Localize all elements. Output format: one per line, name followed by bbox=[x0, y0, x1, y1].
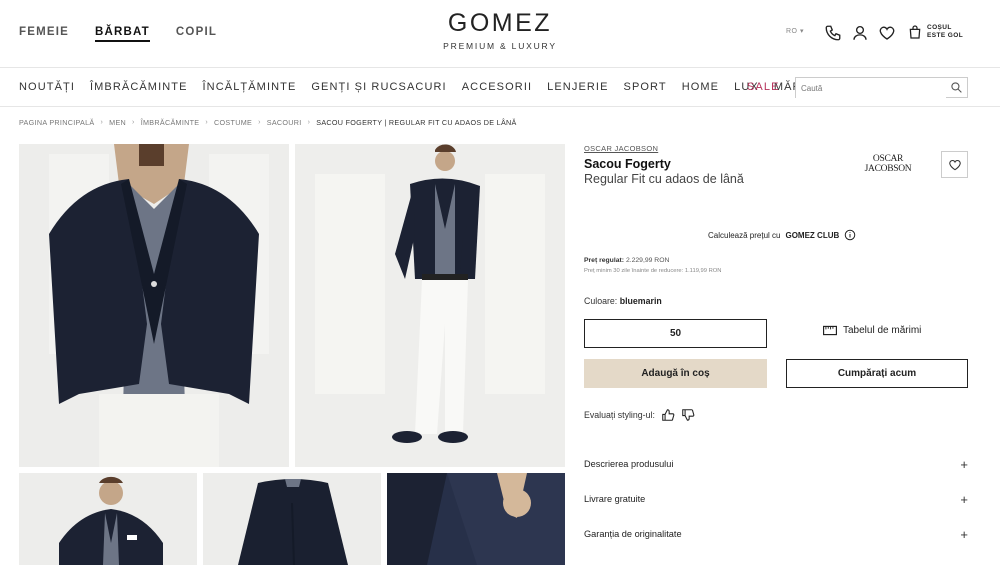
accordion-delivery[interactable]: Livrare gratuite + bbox=[584, 489, 968, 509]
chevron-right-icon: › bbox=[100, 119, 104, 126]
product-thumb-3[interactable] bbox=[387, 473, 565, 565]
top-header: FEMEIE BĂRBAT COPIL GOMEZ PREMIUM & LUXU… bbox=[0, 0, 1000, 68]
brand-link[interactable]: OSCAR JACOBSON bbox=[584, 144, 658, 153]
price-value: 2.229,99 RON bbox=[625, 257, 670, 264]
breadcrumb-men[interactable]: MEN bbox=[109, 118, 126, 127]
cart-label-line2: ESTE GOL bbox=[927, 32, 964, 39]
nav-item-accesorii[interactable]: ACCESORII bbox=[462, 81, 532, 93]
size-chart-link[interactable]: Tabelul de mărimi bbox=[823, 325, 921, 336]
color-label: Culoare: bbox=[584, 296, 618, 306]
plus-icon: + bbox=[960, 526, 968, 542]
brand-logo[interactable]: OSCAR JACOBSON bbox=[860, 154, 916, 174]
club-name: GOMEZ CLUB bbox=[785, 230, 840, 240]
accordion-description[interactable]: Descrierea produsului + bbox=[584, 454, 968, 474]
add-to-cart-button[interactable]: Adaugă în coș bbox=[584, 359, 767, 388]
header-icons: RO ▾ COȘUL ESTE GOL bbox=[770, 22, 1000, 44]
ruler-icon bbox=[823, 325, 837, 336]
chevron-right-icon: › bbox=[132, 119, 135, 126]
brand-logo-line1: OSCAR bbox=[872, 154, 904, 164]
cart-label: COȘUL ESTE GOL bbox=[927, 24, 963, 40]
nav-item-home[interactable]: HOME bbox=[682, 81, 719, 93]
phone-icon[interactable] bbox=[824, 24, 842, 42]
breadcrumb-sacouri[interactable]: SACOURI bbox=[267, 118, 302, 127]
nav-item-incaltaminte[interactable]: ÎNCĂLȚĂMINTE bbox=[203, 81, 297, 93]
accordion-guarantee[interactable]: Garanția de originalitate + bbox=[584, 524, 968, 544]
plus-icon: + bbox=[960, 491, 968, 507]
size-chart-label: Tabelul de mărimi bbox=[843, 325, 922, 336]
search-input[interactable] bbox=[796, 79, 946, 98]
bag-icon bbox=[909, 25, 921, 39]
product-photo-main[interactable] bbox=[19, 144, 289, 467]
cart-button[interactable]: COȘUL ESTE GOL bbox=[907, 24, 963, 40]
nav-item-noutati[interactable]: NOUTĂȚI bbox=[19, 81, 75, 93]
search-icon[interactable] bbox=[950, 81, 963, 94]
accordion-label: Descrierea produsului bbox=[584, 459, 674, 469]
breadcrumb-home[interactable]: PAGINA PRINCIPALĂ bbox=[19, 118, 95, 127]
search-box bbox=[795, 77, 968, 98]
regular-price: Preț regulat: 2.229,99 RON bbox=[584, 257, 669, 264]
nav-item-lenjerie[interactable]: LENJERIE bbox=[547, 81, 608, 93]
language-selector[interactable]: RO ▾ bbox=[786, 27, 804, 35]
gomez-club-calculator[interactable]: Calculează prețul cu GOMEZ CLUB bbox=[708, 229, 856, 241]
price-min-note: Preț minim 30 zile înainte de reducere: … bbox=[584, 268, 722, 274]
breadcrumb: PAGINA PRINCIPALĂ › MEN › ÎMBRĂCĂMINTE ›… bbox=[19, 118, 517, 127]
product-name: Sacou Fogerty bbox=[584, 157, 671, 171]
buy-now-button[interactable]: Cumpărați acum bbox=[786, 359, 968, 388]
accordion-label: Garanția de originalitate bbox=[584, 529, 682, 539]
breadcrumb-imbracaminte[interactable]: ÎMBRĂCĂMINTE bbox=[141, 118, 200, 127]
chevron-right-icon: › bbox=[307, 119, 311, 126]
breadcrumb-current: SACOU FOGERTY | REGULAR FIT CU ADAOS DE … bbox=[316, 118, 517, 127]
account-icon[interactable] bbox=[851, 24, 869, 42]
thumbs-up-icon[interactable] bbox=[661, 408, 675, 422]
wishlist-icon[interactable] bbox=[878, 24, 896, 42]
heart-icon bbox=[948, 159, 961, 170]
breadcrumb-costume[interactable]: COSTUME bbox=[214, 118, 252, 127]
accordion-label: Livrare gratuite bbox=[584, 494, 646, 504]
product-thumb-2[interactable] bbox=[203, 473, 381, 565]
color-value: bluemarin bbox=[619, 296, 662, 306]
product-photo-full[interactable] bbox=[295, 144, 565, 467]
chevron-right-icon: › bbox=[258, 119, 261, 126]
plus-icon: + bbox=[960, 456, 968, 472]
nav-item-genti[interactable]: GENȚI ȘI RUCSACURI bbox=[311, 81, 446, 93]
add-to-wishlist-button[interactable] bbox=[941, 151, 968, 178]
category-list: NOUTĂȚI ÎMBRĂCĂMINTE ÎNCĂLȚĂMINTE GENȚI … bbox=[19, 81, 815, 93]
nav-item-imbracaminte[interactable]: ÎMBRĂCĂMINTE bbox=[90, 81, 188, 93]
product-subtitle: Regular Fit cu adaos de lână bbox=[584, 172, 744, 186]
product-thumb-1[interactable] bbox=[19, 473, 197, 565]
club-text: Calculează prețul cu bbox=[708, 230, 781, 240]
color-info: Culoare: bluemarin bbox=[584, 296, 662, 306]
nav-item-sport[interactable]: SPORT bbox=[624, 81, 667, 93]
brand-logo-line2: JACOBSON bbox=[864, 164, 912, 174]
cart-label-line1: COȘUL bbox=[927, 24, 952, 31]
nav-item-sale[interactable]: SALE bbox=[747, 81, 780, 93]
category-nav: NOUTĂȚI ÎMBRĂCĂMINTE ÎNCĂLȚĂMINTE GENȚI … bbox=[0, 69, 1000, 107]
info-icon[interactable] bbox=[844, 229, 856, 241]
rate-label: Evaluați styling-ul: bbox=[584, 410, 655, 420]
size-selector[interactable]: 50 bbox=[584, 319, 767, 348]
chevron-right-icon: › bbox=[205, 119, 209, 126]
thumbs-down-icon[interactable] bbox=[681, 408, 695, 422]
styling-rating: Evaluați styling-ul: bbox=[584, 408, 695, 422]
price-label: Preț regulat: bbox=[584, 257, 625, 264]
